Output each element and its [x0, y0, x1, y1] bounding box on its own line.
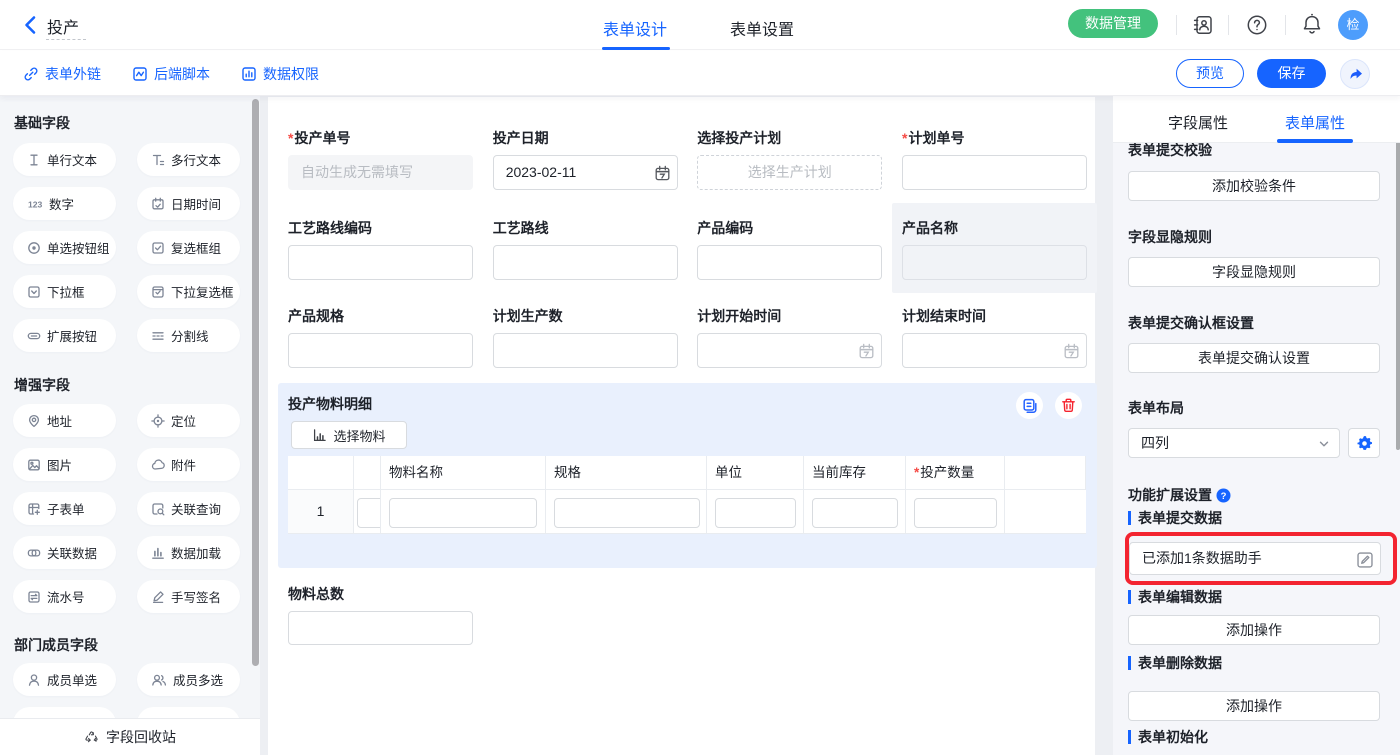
svg-text:123: 123 — [28, 199, 43, 209]
svg-text:?: ? — [1220, 490, 1226, 501]
